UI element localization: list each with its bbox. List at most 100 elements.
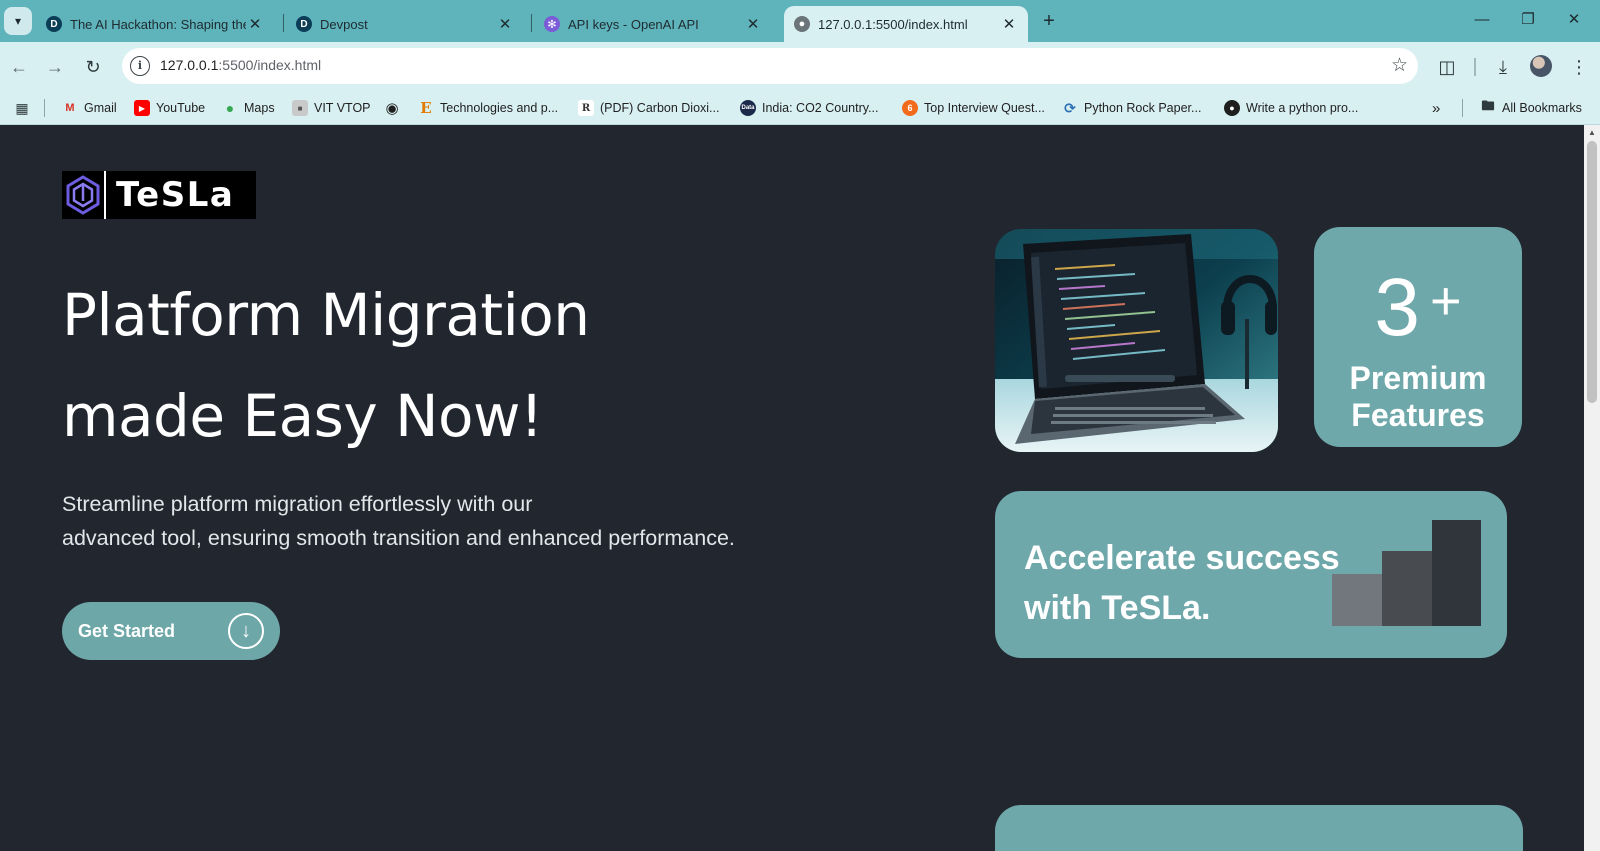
all-bookmarks-label: All Bookmarks <box>1502 101 1582 115</box>
browser-toolbar: ← → ↻ i 127.0.0.1:5500/index.html ☆ ◫ ⤓ … <box>0 42 1600 90</box>
extensions-icon[interactable]: ◫ <box>1434 54 1460 80</box>
more-menu-icon[interactable]: ⋮ <box>1566 54 1592 80</box>
tab-devpost[interactable]: D Devpost ✕ <box>286 6 524 42</box>
bookmark-label: India: CO2 Country... <box>762 101 879 115</box>
tab-localhost-index[interactable]: ● 127.0.0.1:5500/index.html ✕ <box>784 6 1028 42</box>
subtitle-line-1: Streamline platform migration effortless… <box>62 492 533 516</box>
reload-icon: ↻ <box>85 57 101 77</box>
minimize-button[interactable]: — <box>1460 6 1504 34</box>
back-button[interactable]: ← <box>6 54 32 80</box>
bookmark-python-rps[interactable]: ⟳ Python Rock Paper... <box>1062 98 1201 118</box>
researchgate-icon: R <box>578 100 594 116</box>
bookmark-technologies[interactable]: E Technologies and p... <box>418 98 558 118</box>
tab-ai-hackathon[interactable]: D The AI Hackathon: Shaping the ✕ <box>36 6 274 42</box>
site-info-icon[interactable]: i <box>130 56 150 76</box>
maps-icon: ● <box>225 100 235 116</box>
plus-sign: + <box>1430 271 1462 331</box>
accelerate-text: Accelerate success with TeSLa. <box>1024 533 1354 633</box>
features-label: Premium Features <box>1350 360 1487 434</box>
tab-title: Devpost <box>320 16 368 32</box>
growth-bar-small <box>1332 574 1382 626</box>
tab-title: API keys - OpenAI API <box>568 16 699 32</box>
data-icon: Data <box>740 100 756 116</box>
close-window-button[interactable]: ✕ <box>1552 6 1596 34</box>
growth-bar-large <box>1432 520 1481 626</box>
scroll-thumb[interactable] <box>1587 141 1597 403</box>
vtop-icon: ■ <box>292 100 308 116</box>
subtitle-line-2: advanced tool, ensuring smooth transitio… <box>62 526 735 550</box>
bookmark-leetcode[interactable]: 6 Top Interview Quest... <box>902 98 1045 118</box>
growth-bar-medium <box>1382 551 1432 626</box>
devpost-icon: D <box>296 16 312 32</box>
bookmark-india-co2[interactable]: Data India: CO2 Country... <box>740 98 879 118</box>
apps-grid-icon: ▦ <box>15 99 29 116</box>
accelerate-line-2: with TeSLa. <box>1024 589 1211 627</box>
arrow-left-icon: ← <box>10 57 28 77</box>
tab-bar: ▾ D The AI Hackathon: Shaping the ✕ D De… <box>0 0 1600 42</box>
hero-line-2: made Easy Now! <box>62 382 543 450</box>
accelerate-success-card: Accelerate success with TeSLa. <box>995 491 1507 658</box>
github-icon: ● <box>1224 100 1240 116</box>
next-section-card <box>995 805 1523 851</box>
tab-openai-api-keys[interactable]: ✻ API keys - OpenAI API ✕ <box>534 6 772 42</box>
laptop-photo <box>995 229 1278 452</box>
features-number: 3 <box>1374 262 1421 353</box>
get-started-button[interactable]: Get Started ↓ <box>62 602 280 660</box>
tab-title: The AI Hackathon: Shaping the <box>70 16 246 32</box>
close-tab-icon[interactable]: ✕ <box>1000 15 1018 33</box>
features-count: 3 + <box>1374 255 1461 354</box>
more-bookmarks-button[interactable]: » <box>1432 98 1440 118</box>
scroll-up-arrow-icon[interactable]: ▲ <box>1587 128 1597 138</box>
bookmark-maps[interactable]: ● Maps <box>222 98 275 118</box>
get-started-label: Get Started <box>78 620 176 641</box>
site-logo[interactable]: TeSLa <box>62 171 256 219</box>
folder-icon: 🖿 <box>1481 98 1495 113</box>
tab-divider <box>283 14 284 32</box>
leetcode-icon: 6 <box>902 100 918 116</box>
tab-search-button[interactable]: ▾ <box>4 7 32 35</box>
arrow-down-icon: ↓ <box>228 613 264 649</box>
youtube-icon: ▶ <box>134 100 150 116</box>
new-tab-button[interactable]: + <box>1036 8 1062 34</box>
accelerate-line-1: Accelerate success <box>1024 539 1340 577</box>
address-bar[interactable]: i 127.0.0.1:5500/index.html ☆ <box>122 48 1418 84</box>
url-path: :5500/index.html <box>218 57 322 73</box>
apps-button[interactable]: ▦ <box>14 98 36 118</box>
bookmark-label: (PDF) Carbon Dioxi... <box>600 101 720 115</box>
chevron-double-right-icon: » <box>1432 99 1441 117</box>
bookmark-label: Maps <box>244 101 275 115</box>
minimize-icon: — <box>1474 11 1490 28</box>
devpost-icon: D <box>46 16 62 32</box>
forward-button[interactable]: → <box>42 54 68 80</box>
logo-text: TeSLa <box>116 175 235 215</box>
download-icon[interactable]: ⤓ <box>1490 54 1516 80</box>
bookmark-star-icon[interactable]: ☆ <box>1391 54 1408 77</box>
bookmark-vit-vtop[interactable]: ■ VIT VTOP <box>292 98 371 118</box>
bookmark-globe[interactable]: ◉ <box>384 98 406 118</box>
hero-line-1: Platform Migration <box>62 281 590 349</box>
close-tab-icon[interactable]: ✕ <box>496 15 514 33</box>
bookmarks-divider <box>1462 99 1463 117</box>
tab-divider <box>531 14 532 32</box>
restore-icon: ❐ <box>1521 11 1535 28</box>
close-tab-icon[interactable]: ✕ <box>246 15 264 33</box>
bookmark-researchgate[interactable]: R (PDF) Carbon Dioxi... <box>578 98 719 118</box>
gmail-icon: M <box>65 102 75 114</box>
bookmark-gmail[interactable]: M Gmail <box>62 98 116 118</box>
reload-button[interactable]: ↻ <box>80 54 106 80</box>
url-text[interactable]: 127.0.0.1:5500/index.html <box>160 57 321 73</box>
toolbar-divider <box>1474 58 1476 76</box>
profile-avatar[interactable] <box>1530 55 1552 77</box>
plus-icon: + <box>1043 10 1055 32</box>
bookmark-youtube[interactable]: ▶ YouTube <box>134 98 205 118</box>
close-tab-icon[interactable]: ✕ <box>744 15 762 33</box>
hero-subtitle: Streamline platform migration effortless… <box>62 487 862 555</box>
restore-button[interactable]: ❐ <box>1506 6 1550 34</box>
bookmarks-bar: ▦ M Gmail ▶ YouTube ● Maps ■ VIT VTOP ◉ … <box>0 90 1600 125</box>
page-scrollbar[interactable]: ▲ <box>1584 125 1600 851</box>
globe-icon: ◉ <box>385 100 399 117</box>
page-viewport: TeSLa Platform Migration made Easy Now! … <box>0 125 1584 851</box>
bookmark-label: Technologies and p... <box>440 101 559 115</box>
all-bookmarks-button[interactable]: 🖿 All Bookmarks <box>1480 98 1582 118</box>
bookmark-github[interactable]: ● Write a python pro... <box>1224 98 1358 118</box>
